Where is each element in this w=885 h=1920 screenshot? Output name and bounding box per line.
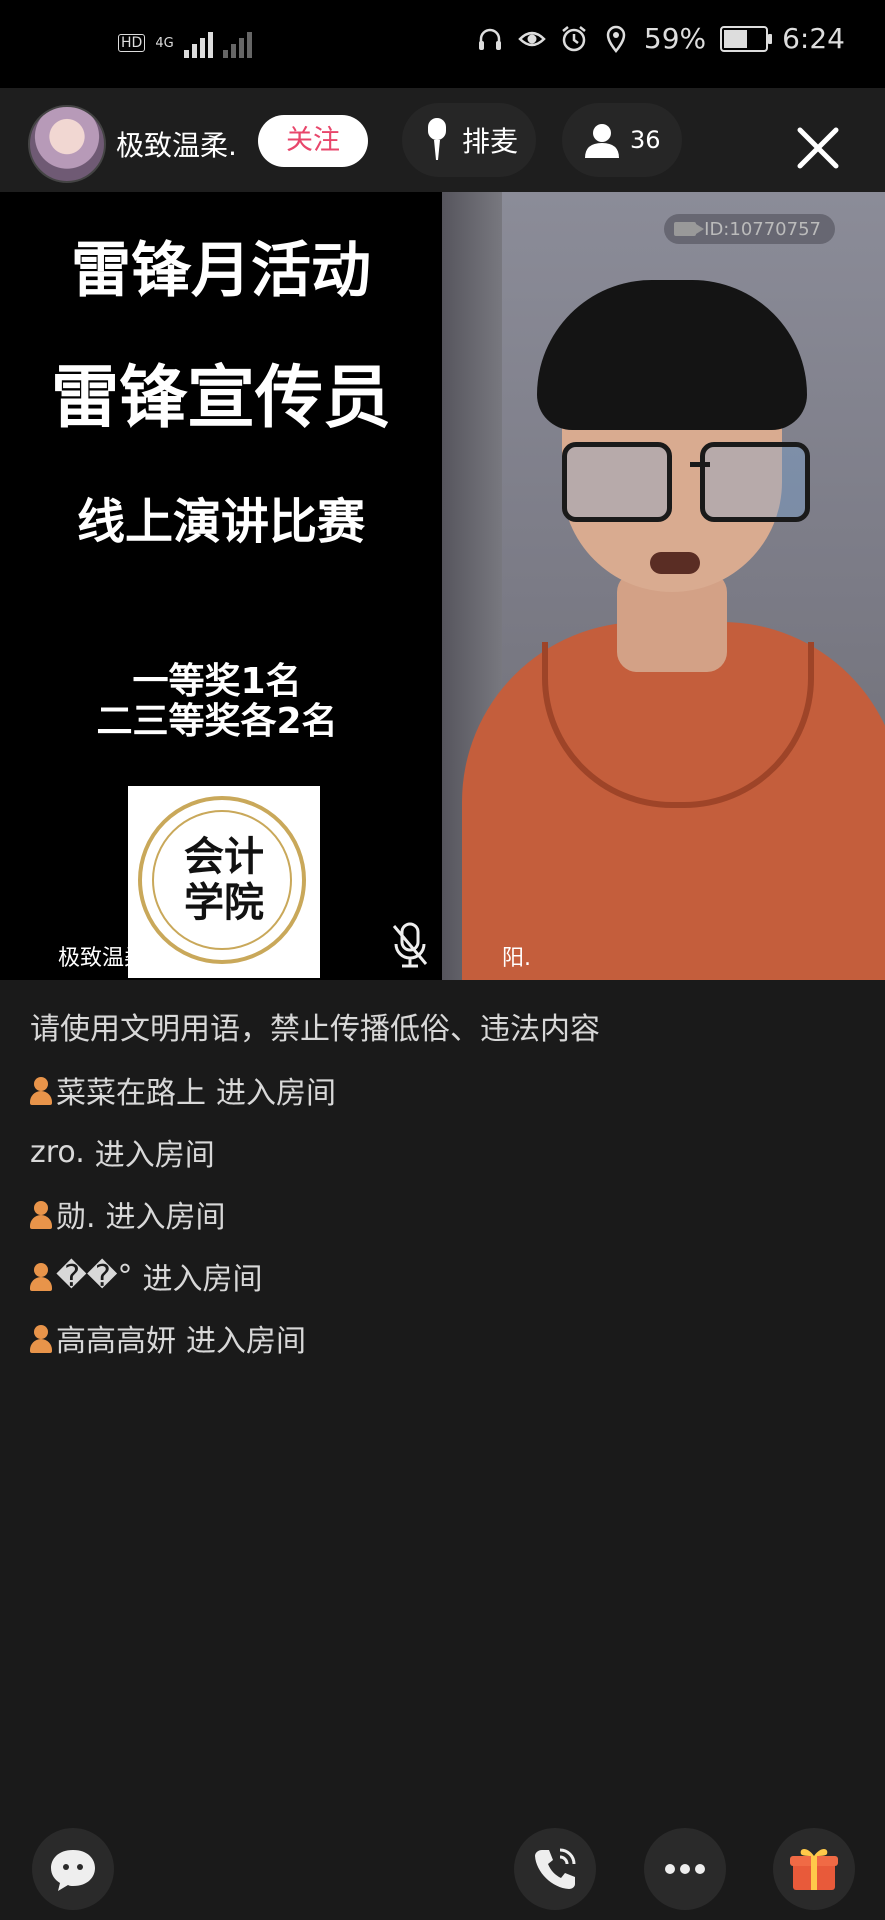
mic-muted-icon <box>392 922 428 968</box>
video-feed-guest[interactable]: ID:10770757 阳. <box>442 192 885 980</box>
chat-message: 菜菜在路上 进入房间 <box>30 1068 670 1112</box>
signal-strength-secondary-icon <box>222 28 252 58</box>
clock: 6:24 <box>782 22 845 55</box>
accounting-school-seal: 会计 学院 <box>128 786 320 978</box>
queue-label: 排麦 <box>462 125 519 158</box>
seal-text: 会计 学院 <box>184 833 264 926</box>
gift-icon <box>790 1849 838 1890</box>
network-indicators: HD 4G <box>118 28 252 58</box>
battery-fill <box>724 29 747 48</box>
chat-message: 高高高妍 进入房间 <box>30 1316 670 1360</box>
system-indicators: 59% 6:24 <box>476 22 845 55</box>
user-icon <box>30 1261 52 1291</box>
poster-prize-2: 二三等奖各2名 <box>96 701 338 742</box>
signal-strength-icon <box>183 28 213 58</box>
chat-notice: 请使用文明用语，禁止传播低俗、违法内容 <box>30 1012 600 1047</box>
alarm-icon <box>562 25 586 51</box>
chat-message: ��° 进入房间 <box>30 1254 670 1298</box>
poster-title-3: 线上演讲比赛 <box>76 494 365 550</box>
viewer-count: 36 <box>630 126 661 154</box>
viewer-count-button[interactable]: 36 <box>562 103 682 177</box>
close-icon[interactable] <box>796 126 840 170</box>
chat-action: 进入房间 <box>105 1200 226 1235</box>
follow-button[interactable]: 关注 <box>258 115 368 167</box>
room-header: 极致温柔. 关注 排麦 36 <box>0 88 885 192</box>
chat-username[interactable]: zro. <box>30 1135 85 1170</box>
host-name[interactable]: 极致温柔. <box>116 124 237 164</box>
chat-action: 进入房间 <box>216 1076 336 1111</box>
chat-username[interactable]: 勋. <box>56 1192 96 1236</box>
room-id-badge: ID:10770757 <box>664 214 835 244</box>
chat-bubble-icon <box>51 1850 95 1891</box>
phone-icon <box>535 1848 576 1889</box>
headphones-icon <box>478 28 501 50</box>
call-button[interactable] <box>514 1828 596 1910</box>
queue-button[interactable]: 排麦 <box>402 103 536 177</box>
user-icon <box>30 1323 52 1353</box>
host-avatar[interactable] <box>28 105 106 183</box>
host-video-label: 极致温柔. <box>58 946 153 971</box>
user-icon <box>30 1199 52 1229</box>
video-feed-host[interactable]: 雷锋月活动 雷锋宣传员 线上演讲比赛 一等奖1名 二三等奖各2名 会计 学院 极… <box>0 192 442 980</box>
guest-video-label: 阳. <box>502 946 531 971</box>
chat-username[interactable]: ��° <box>56 1259 133 1294</box>
person-icon <box>585 124 619 158</box>
status-bar: HD 4G 59% 6:24 <box>0 0 885 88</box>
chat-feed: 请使用文明用语，禁止传播低俗、违法内容 菜菜在路上 进入房间 zro. 进入房间 勋. 进… <box>30 1010 670 1378</box>
location-icon <box>606 25 626 53</box>
chat-username[interactable]: 菜菜在路上 <box>56 1068 206 1112</box>
chat-action: 进入房间 <box>186 1324 306 1359</box>
network-label: 4G <box>155 35 174 51</box>
chat-message: 勋. 进入房间 <box>30 1192 670 1236</box>
more-icon <box>665 1864 705 1874</box>
chat-button[interactable] <box>32 1828 114 1910</box>
chat-message-list: 菜菜在路上 进入房间 zro. 进入房间 勋. 进入房间 ��° 进入房间 高高高妍 进入房间 <box>30 1068 670 1360</box>
hd-label: HD <box>118 34 146 52</box>
battery-icon <box>720 25 773 52</box>
chat-username[interactable]: 高高高妍 <box>56 1316 176 1360</box>
gift-button[interactable] <box>773 1828 855 1910</box>
camera-icon <box>674 222 705 236</box>
chat-action: 进入房间 <box>142 1262 263 1297</box>
poster-title-2: 雷锋宣传员 <box>50 359 391 438</box>
microphone-icon <box>428 118 446 160</box>
eye-icon <box>518 31 546 46</box>
more-button[interactable] <box>644 1828 726 1910</box>
chat-action: 进入房间 <box>94 1138 215 1173</box>
battery-percent: 59% <box>643 22 707 55</box>
user-icon <box>30 1075 52 1105</box>
room-id: ID:10770757 <box>704 218 821 240</box>
chat-message: zro. 进入房间 <box>30 1130 670 1174</box>
poster-title-1: 雷锋月活动 <box>71 236 371 306</box>
